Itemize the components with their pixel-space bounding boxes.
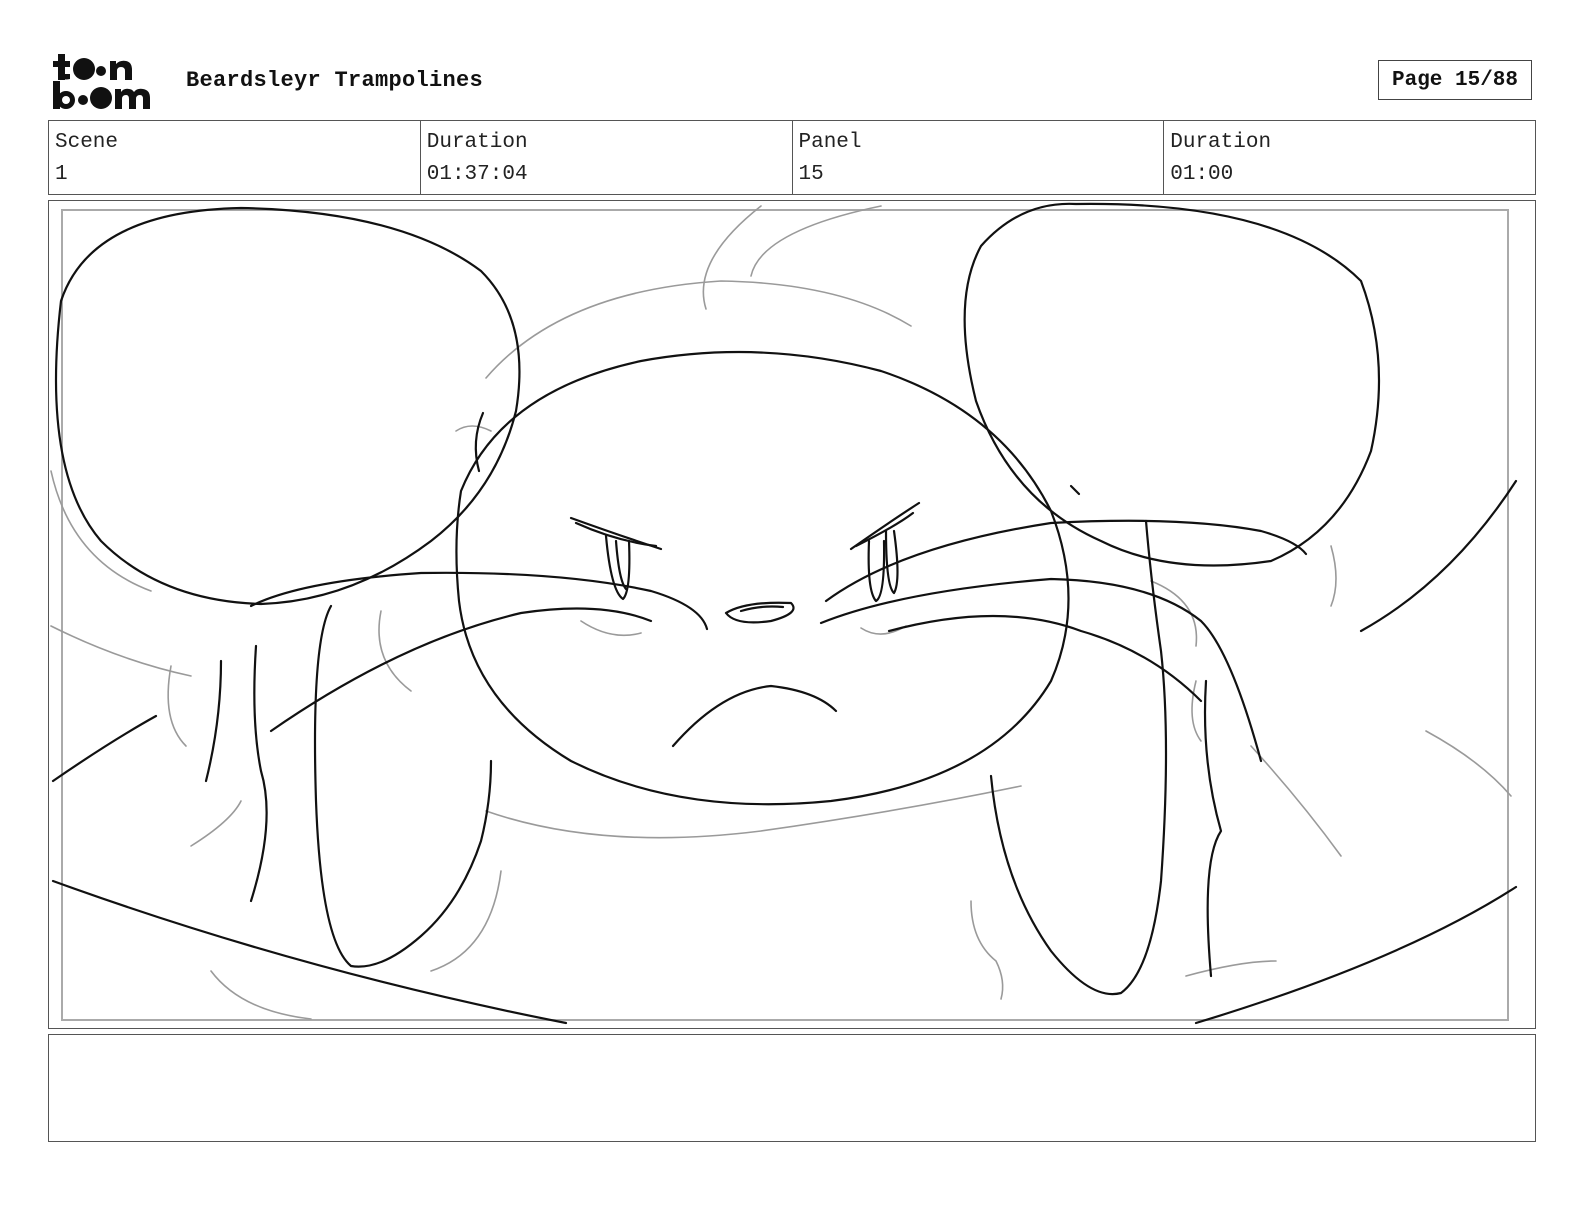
scene-duration-value: 01:37:04 bbox=[426, 163, 528, 186]
construction-lines bbox=[50, 205, 1512, 1020]
scene-value: 1 bbox=[55, 163, 68, 186]
toon-boom-logo bbox=[52, 52, 164, 112]
body-left-edge bbox=[51, 879, 568, 1025]
panel-duration-cell: Duration 01:00 bbox=[1164, 121, 1535, 194]
mouse-character-sketch-icon bbox=[50, 202, 1518, 1025]
scene-duration-cell: Duration 01:37:04 bbox=[421, 121, 793, 194]
scene-label: Scene bbox=[55, 131, 119, 154]
scene-info-bar: Scene 1 Duration 01:37:04 Panel 15 Durat… bbox=[48, 120, 1536, 195]
scene-cell: Scene 1 bbox=[49, 121, 421, 194]
whisker-left-upper bbox=[249, 571, 709, 631]
panel-value: 15 bbox=[798, 163, 824, 186]
panel-duration-label: Duration bbox=[1170, 131, 1272, 154]
nose bbox=[724, 601, 795, 624]
right-ear bbox=[963, 202, 1381, 567]
body-right-edge bbox=[1194, 885, 1518, 1025]
page-indicator: Page 15/88 bbox=[1378, 60, 1532, 100]
left-arm bbox=[313, 604, 493, 968]
panel-duration-value: 01:00 bbox=[1170, 163, 1234, 186]
whisker-right-upper bbox=[819, 577, 1263, 763]
project-title: Beardsleyr Trampolines bbox=[186, 68, 484, 93]
toon-boom-logo-icon bbox=[53, 54, 150, 109]
ink-lines bbox=[51, 202, 1518, 1025]
head bbox=[455, 350, 1070, 806]
mouth bbox=[671, 684, 838, 748]
panel-label: Panel bbox=[798, 131, 862, 154]
scene-duration-label: Duration bbox=[426, 131, 528, 154]
left-ear bbox=[54, 206, 521, 606]
panel-cell: Panel 15 bbox=[793, 121, 1165, 194]
panel-notes-box[interactable] bbox=[48, 1034, 1536, 1142]
storyboard-panel bbox=[48, 200, 1536, 1029]
